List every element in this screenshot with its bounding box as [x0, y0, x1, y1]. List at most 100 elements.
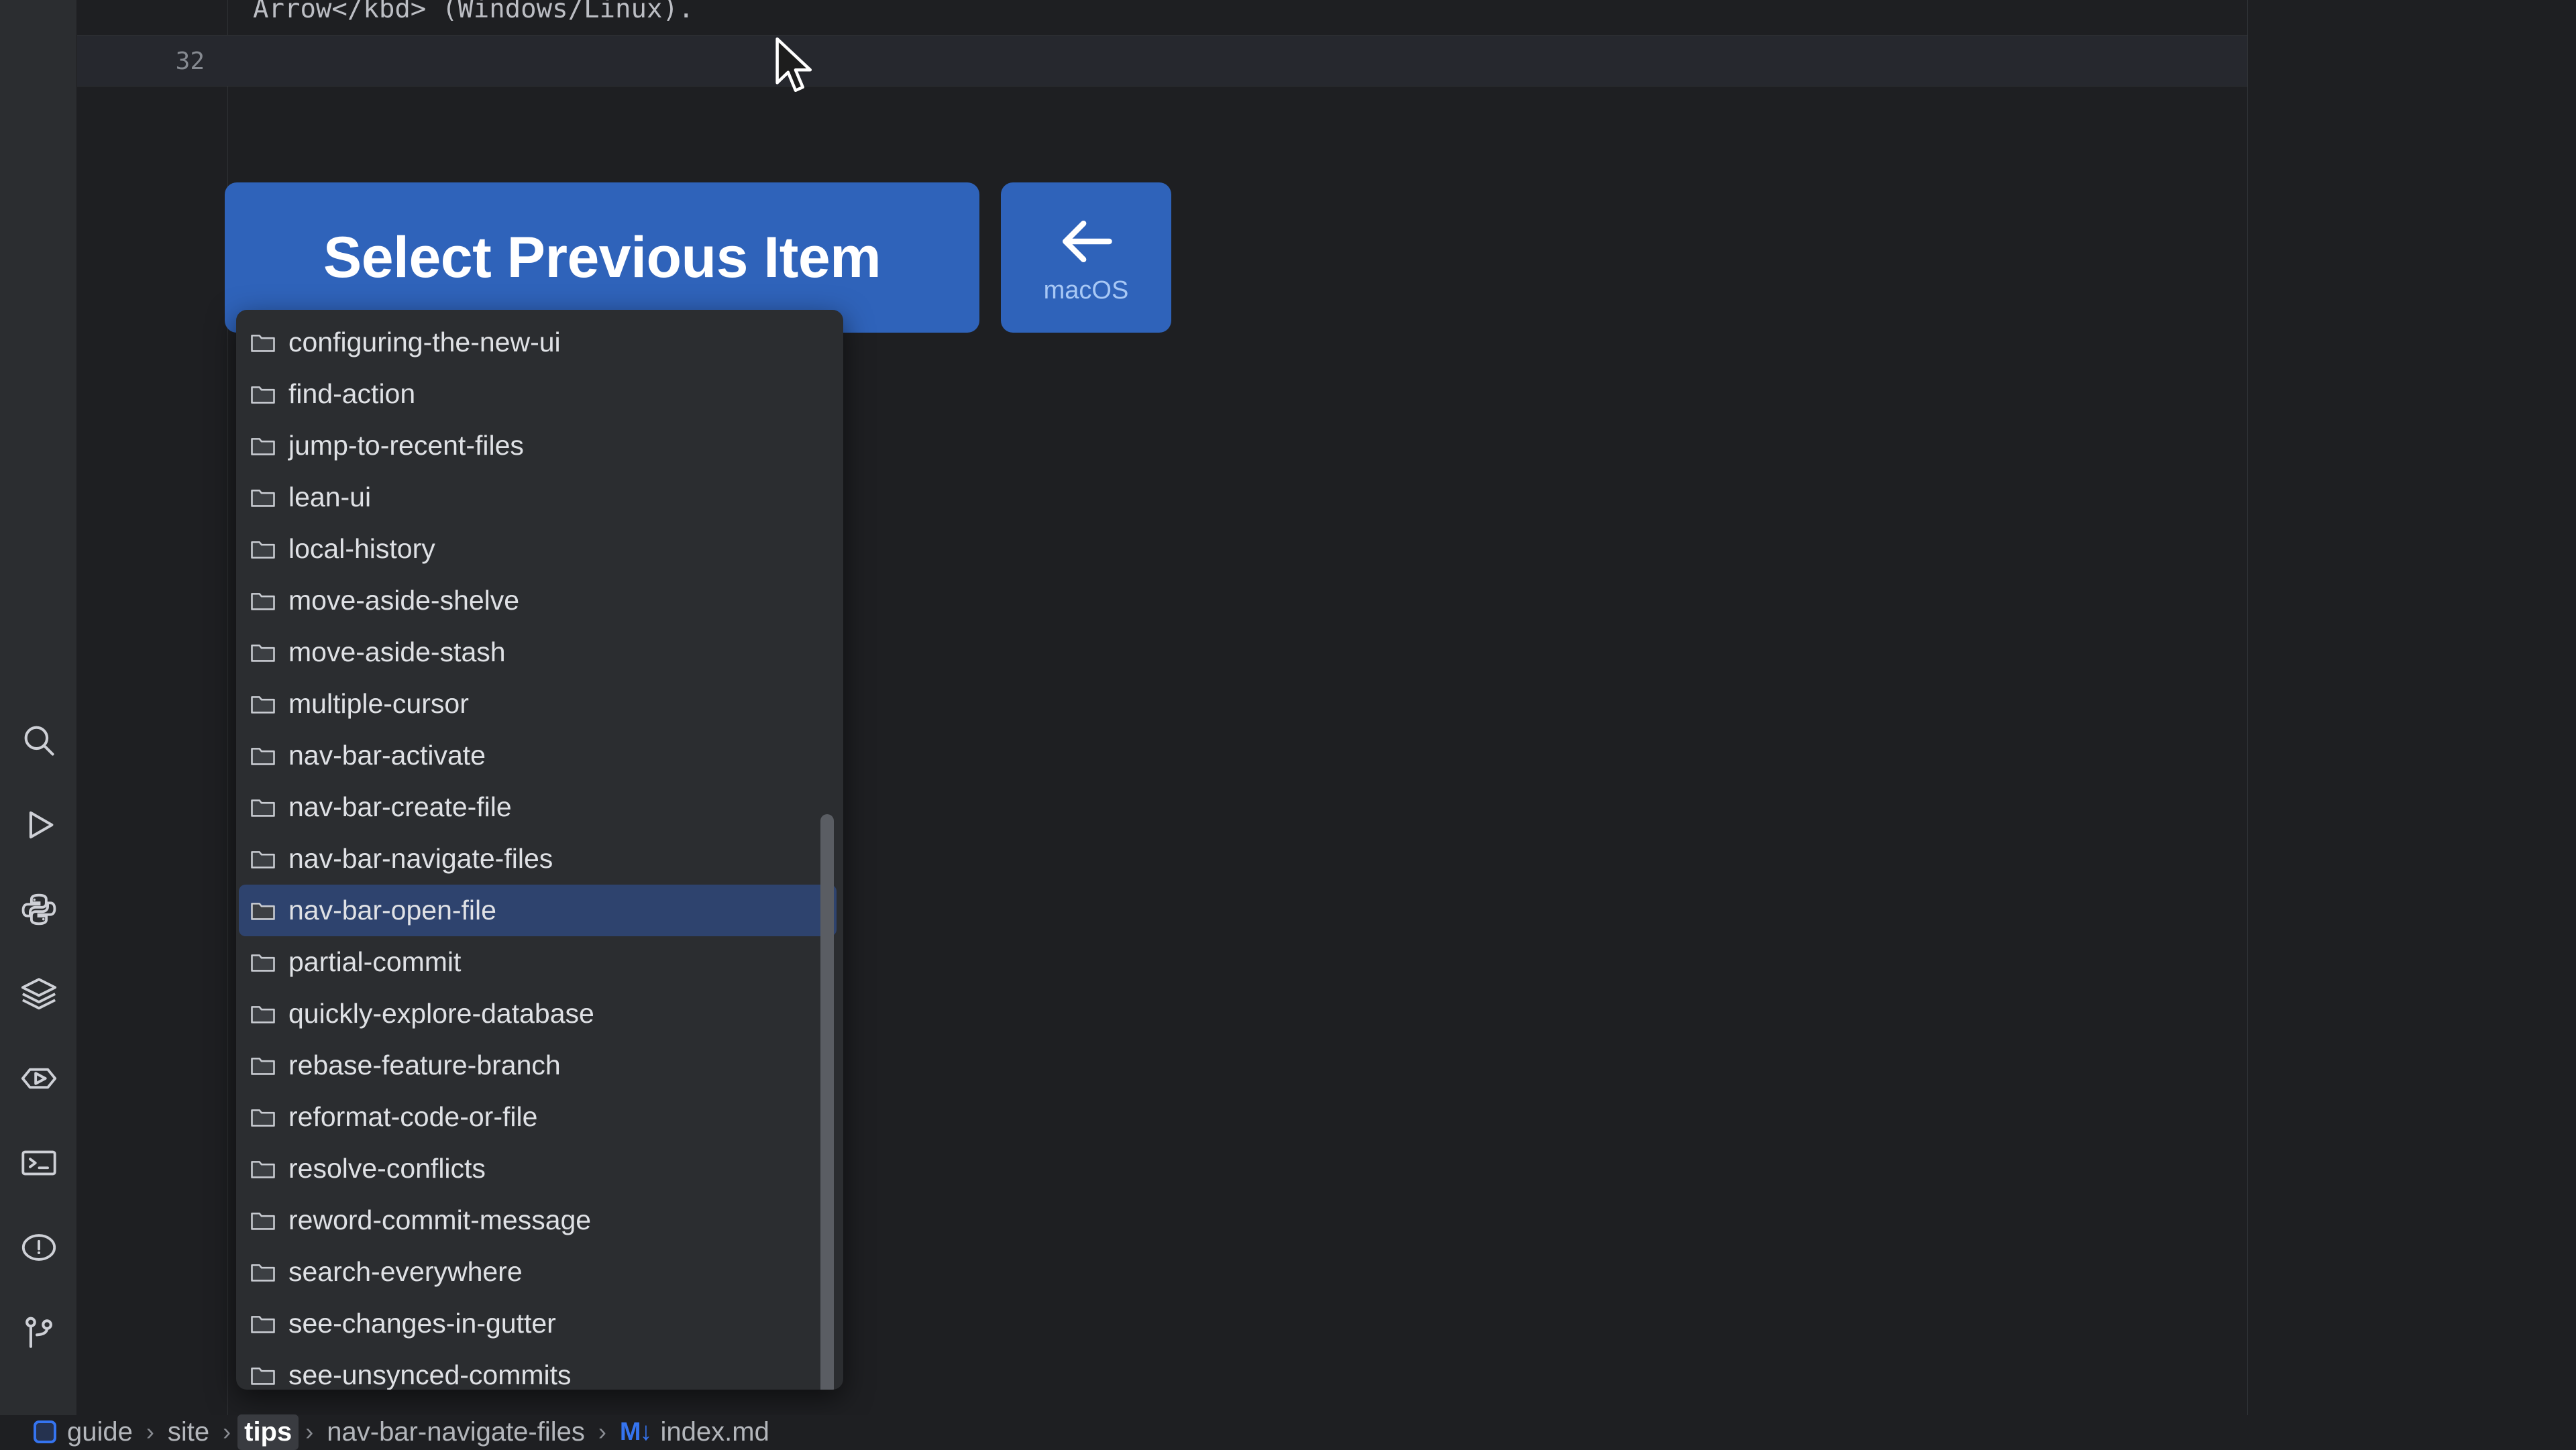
- popup-item-label: lean-ui: [288, 482, 371, 513]
- popup-item[interactable]: find-action: [239, 368, 837, 420]
- popup-item-selected[interactable]: nav-bar-open-file: [239, 885, 837, 936]
- breadcrumb-separator: ›: [305, 1418, 313, 1446]
- popup-item[interactable]: see-unsynced-commits: [239, 1349, 837, 1390]
- breadcrumb-item-index-md[interactable]: M↓ index.md: [613, 1414, 776, 1450]
- python-icon[interactable]: [16, 887, 62, 932]
- popup-item-label: find-action: [288, 378, 415, 410]
- editor-right-border: [2247, 0, 2248, 1415]
- project-icon: [34, 1420, 56, 1443]
- folder-icon: [248, 380, 278, 409]
- popup-item[interactable]: local-history: [239, 523, 837, 575]
- popup-item[interactable]: move-aside-stash: [239, 626, 837, 678]
- breadcrumb[interactable]: guide›site›tips›nav-bar-navigate-files›M…: [0, 1415, 2576, 1449]
- popup-item[interactable]: partial-commit: [239, 936, 837, 988]
- popup-item[interactable]: nav-bar-activate: [239, 730, 837, 781]
- breadcrumb-item-site[interactable]: site: [161, 1414, 216, 1450]
- folder-icon: [248, 1154, 278, 1184]
- folder-icon: [248, 999, 278, 1029]
- run-coverage-icon[interactable]: [16, 1056, 62, 1101]
- popup-item-label: reformat-code-or-file: [288, 1101, 537, 1133]
- code-line-current: 32: [77, 35, 2247, 87]
- folder-icon: [248, 431, 278, 461]
- breadcrumb-item-tips[interactable]: tips: [237, 1414, 299, 1450]
- popup-item-label: nav-bar-open-file: [288, 895, 496, 926]
- popup-item[interactable]: quickly-explore-database: [239, 988, 837, 1040]
- breadcrumb-item-label: index.md: [661, 1417, 769, 1447]
- folder-icon: [248, 1361, 278, 1390]
- banner-os-card: macOS: [1001, 182, 1171, 333]
- popup-scrollbar-thumb[interactable]: [820, 814, 834, 1390]
- folder-icon: [248, 1206, 278, 1235]
- line-number: 32: [77, 36, 205, 87]
- popup-item-label: search-everywhere: [288, 1256, 523, 1288]
- navigation-popup[interactable]: configuring-the-new-ui find-action jump-to…: [236, 310, 843, 1390]
- line-content: Arrow</kbd> (Windows/Linux).: [253, 0, 694, 35]
- layers-icon[interactable]: [16, 971, 62, 1017]
- folder-icon: [248, 793, 278, 822]
- popup-item-label: move-aside-shelve: [288, 585, 519, 616]
- popup-item[interactable]: reword-commit-message: [239, 1194, 837, 1246]
- search-icon[interactable]: [16, 718, 62, 763]
- code-line: [77, 87, 2247, 138]
- popup-item[interactable]: move-aside-shelve: [239, 575, 837, 626]
- popup-item-label: rebase-feature-branch: [288, 1050, 561, 1081]
- banner-os-label: macOS: [1044, 276, 1129, 305]
- popup-item-label: reword-commit-message: [288, 1205, 591, 1236]
- popup-item-label: quickly-explore-database: [288, 998, 594, 1029]
- folder-icon: [248, 1258, 278, 1287]
- breadcrumb-item-label: tips: [244, 1417, 292, 1447]
- folder-icon: [248, 1103, 278, 1132]
- breadcrumb-separator: ›: [146, 1418, 154, 1446]
- terminal-icon[interactable]: [16, 1140, 62, 1186]
- popup-item-label: nav-bar-navigate-files: [288, 843, 553, 875]
- breadcrumb-separator: ›: [598, 1418, 606, 1446]
- popup-item[interactable]: nav-bar-create-file: [239, 781, 837, 833]
- run-icon[interactable]: [16, 802, 62, 848]
- banner-title-label: Select Previous Item: [323, 225, 881, 291]
- folder-icon: [248, 896, 278, 926]
- popup-item-label: nav-bar-create-file: [288, 791, 512, 823]
- folder-icon: [248, 638, 278, 667]
- folder-icon: [248, 1051, 278, 1080]
- ide-window: Arrow</kbd> (Windows/Linux). 32 Select P…: [0, 0, 2576, 1449]
- breadcrumb-separator: ›: [223, 1418, 231, 1446]
- folder-icon: [248, 948, 278, 977]
- popup-item[interactable]: search-everywhere: [239, 1246, 837, 1298]
- popup-item[interactable]: lean-ui: [239, 471, 837, 523]
- popup-item[interactable]: reformat-code-or-file: [239, 1091, 837, 1143]
- popup-item-label: local-history: [288, 533, 435, 565]
- popup-item-label: configuring-the-new-ui: [288, 327, 561, 358]
- popup-item-label: move-aside-stash: [288, 636, 506, 668]
- popup-item-label: see-changes-in-gutter: [288, 1308, 556, 1339]
- popup-item[interactable]: nav-bar-navigate-files: [239, 833, 837, 885]
- code-line: Arrow</kbd> (Windows/Linux).: [77, 0, 2247, 35]
- markdown-file-icon: M↓: [620, 1418, 651, 1447]
- problems-icon[interactable]: [16, 1225, 62, 1270]
- folder-icon: [248, 689, 278, 719]
- breadcrumb-item-label: site: [168, 1417, 209, 1447]
- folder-icon: [248, 328, 278, 357]
- popup-item-label: partial-commit: [288, 946, 461, 978]
- arrow-left-icon: [1055, 211, 1117, 272]
- navigation-popup-list[interactable]: configuring-the-new-ui find-action jump-to…: [236, 317, 843, 1390]
- breadcrumb-item-label: guide: [67, 1417, 133, 1447]
- version-control-icon[interactable]: [16, 1309, 62, 1355]
- folder-icon: [248, 483, 278, 512]
- tool-window-sidebar: [0, 0, 77, 1415]
- folder-icon: [248, 535, 278, 564]
- folder-icon: [248, 741, 278, 771]
- line-number-gutter: [77, 0, 228, 1415]
- popup-item[interactable]: resolve-conflicts: [239, 1143, 837, 1194]
- breadcrumb-item-guide[interactable]: guide: [27, 1414, 140, 1450]
- popup-item[interactable]: configuring-the-new-ui: [239, 317, 837, 368]
- popup-item[interactable]: jump-to-recent-files: [239, 420, 837, 471]
- popup-item-label: resolve-conflicts: [288, 1153, 486, 1184]
- popup-item[interactable]: rebase-feature-branch: [239, 1040, 837, 1091]
- folder-icon: [248, 844, 278, 874]
- popup-item[interactable]: see-changes-in-gutter: [239, 1298, 837, 1349]
- folder-icon: [248, 1309, 278, 1339]
- popup-item[interactable]: multiple-cursor: [239, 678, 837, 730]
- folder-icon: [248, 586, 278, 616]
- breadcrumb-item-nav-bar-navigate-files[interactable]: nav-bar-navigate-files: [320, 1414, 592, 1450]
- popup-item-label: jump-to-recent-files: [288, 430, 524, 461]
